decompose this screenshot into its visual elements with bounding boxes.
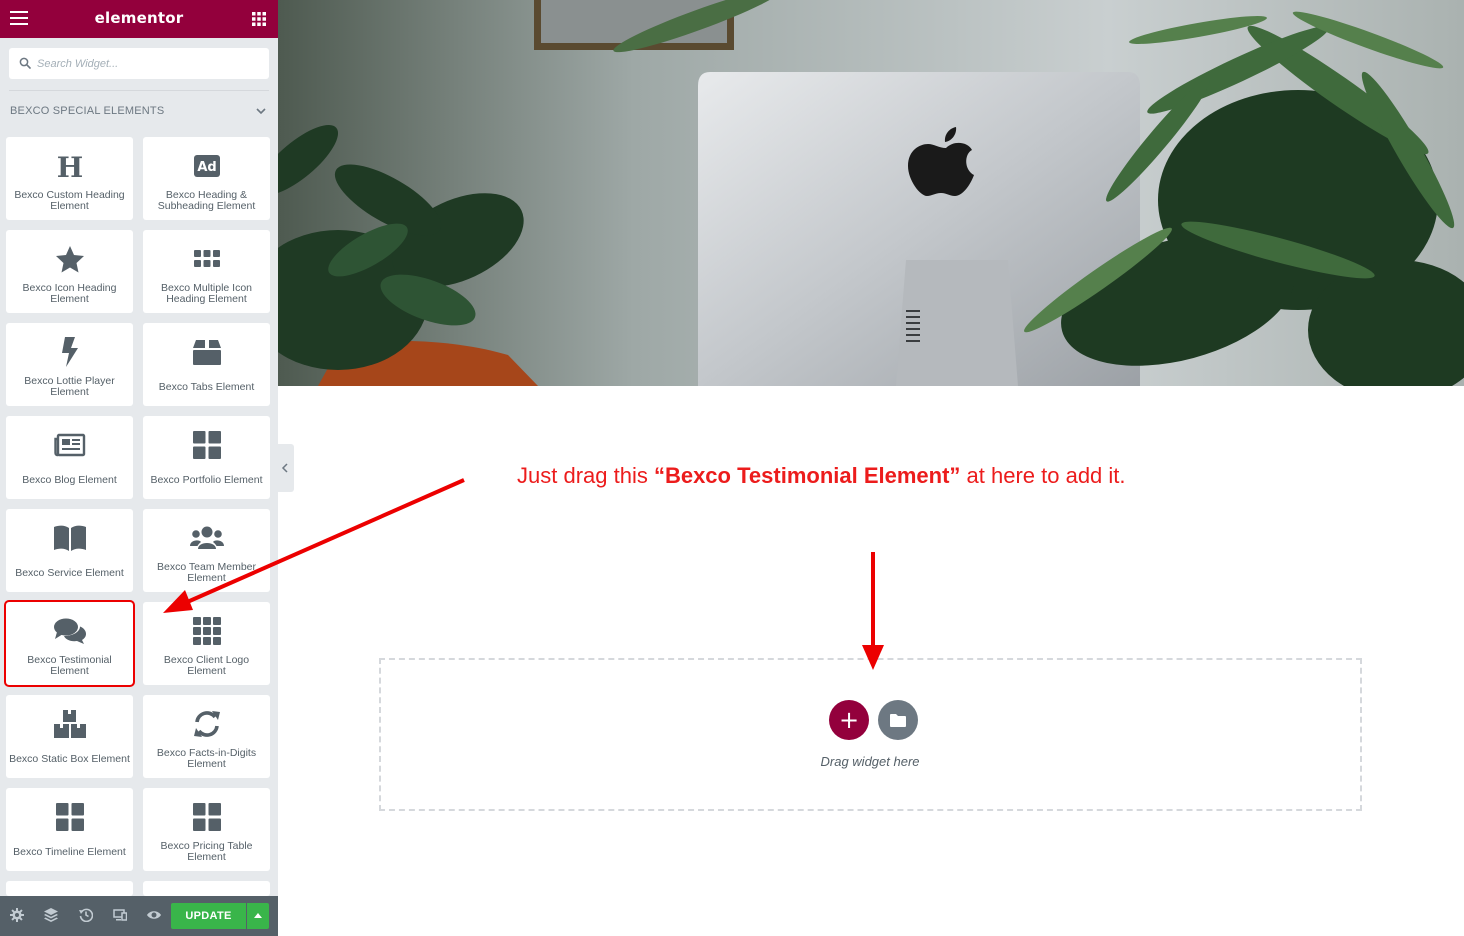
divider (9, 90, 269, 91)
layers-icon[interactable] (44, 908, 58, 922)
add-section-button[interactable]: + (829, 700, 869, 740)
preview-eye-icon[interactable] (147, 908, 161, 922)
widget-timeline[interactable]: Bexco Timeline Element (6, 788, 133, 871)
widget-multiple-icon-heading[interactable]: Bexco Multiple Icon Heading Element (143, 230, 270, 313)
update-button[interactable]: UPDATE (171, 903, 246, 929)
search-input[interactable] (37, 55, 257, 73)
widget-client-logo[interactable]: Bexco Client Logo Element (143, 602, 270, 685)
widget-blog[interactable]: Bexco Blog Element (6, 416, 133, 499)
annotation-instruction: Just drag this “Bexco Testimonial Elemen… (517, 463, 1126, 489)
widget-panel: elementor BEXCO SPECIAL ELEMENTS H Bexco… (0, 0, 278, 936)
box-icon (192, 340, 221, 365)
widget-label: Bexco Timeline Element (13, 845, 126, 858)
widget-label: Bexco Blog Element (22, 473, 117, 486)
widget-label: Bexco Lottie Player Element (24, 375, 115, 398)
panel-collapse-handle[interactable] (278, 444, 294, 492)
widget-label: Bexco Facts-in-Digits Element (156, 747, 257, 770)
widget-label: Bexco Client Logo Element (163, 654, 250, 677)
star-icon (55, 246, 84, 273)
widget-custom-heading[interactable]: H Bexco Custom Heading Element (6, 137, 133, 220)
category-title[interactable]: BEXCO SPECIAL ELEMENTS (10, 105, 164, 117)
panel-header: elementor (0, 0, 278, 38)
grid-icon (55, 803, 84, 831)
boxes-icon (53, 710, 86, 738)
widget-portfolio[interactable]: Bexco Portfolio Element (143, 416, 270, 499)
widget-lottie-player[interactable]: Bexco Lottie Player Element (6, 323, 133, 406)
add-template-button[interactable] (878, 700, 918, 740)
hero-image (278, 0, 1464, 386)
svg-text:Ad: Ad (197, 160, 216, 175)
widget-label: Bexco Team Member Element (156, 561, 256, 584)
widget-heading-subheading[interactable]: Ad Bexco Heading & Subheading Element (143, 137, 270, 220)
widget-label: Bexco Multiple Icon Heading Element (160, 282, 253, 305)
widget-label: Bexco Testimonial Element (27, 654, 112, 677)
widget-label: Bexco Custom Heading Element (14, 189, 125, 212)
widget-testimonial[interactable]: Bexco Testimonial Element (4, 600, 135, 687)
comments-icon (53, 618, 86, 644)
widget-label: Bexco Portfolio Element (150, 473, 263, 486)
drop-zone[interactable] (379, 658, 1362, 811)
widget-label: Bexco Service Element (15, 566, 124, 579)
book-icon (53, 525, 86, 551)
arrow-to-dropzone (862, 552, 884, 670)
responsive-mode-icon[interactable] (113, 908, 127, 922)
widget-partial[interactable] (6, 881, 133, 896)
heading-icon: H (57, 153, 83, 179)
ad-icon: Ad (193, 155, 220, 177)
instruction-prefix: Just drag this (517, 463, 654, 488)
widget-team-member[interactable]: Bexco Team Member Element (143, 509, 270, 592)
elementor-logo: elementor (94, 9, 184, 27)
newspaper-icon (53, 433, 85, 457)
grid-dots-icon (193, 250, 220, 267)
widget-label: Bexco Icon Heading Element (22, 282, 117, 305)
users-icon (189, 526, 224, 549)
widget-partial[interactable] (143, 881, 270, 896)
svg-text:H: H (57, 153, 83, 179)
widget-tabs[interactable]: Bexco Tabs Element (143, 323, 270, 406)
folder-icon (890, 714, 906, 727)
widget-label: Bexco Tabs Element (158, 380, 255, 393)
widget-label: Bexco Pricing Table Element (160, 840, 253, 863)
settings-icon[interactable] (10, 908, 24, 922)
widget-label: Bexco Heading & Subheading Element (157, 189, 256, 212)
history-icon[interactable] (79, 908, 93, 922)
bolt-icon (61, 337, 78, 367)
chevron-left-icon (281, 463, 288, 473)
instruction-suffix: at here to add it. (960, 463, 1126, 488)
grid-icon (192, 803, 221, 831)
chevron-down-icon[interactable] (256, 107, 266, 115)
grid-icon (192, 431, 221, 459)
sync-icon (193, 711, 220, 737)
widget-facts-in-digits[interactable]: Bexco Facts-in-Digits Element (143, 695, 270, 778)
widget-service[interactable]: Bexco Service Element (6, 509, 133, 592)
widget-static-box[interactable]: Bexco Static Box Element (6, 695, 133, 778)
search-box (9, 48, 269, 79)
widget-label: Bexco Static Box Element (9, 752, 130, 765)
widget-pricing-table[interactable]: Bexco Pricing Table Element (143, 788, 270, 871)
caret-up-icon (254, 913, 262, 918)
search-icon (19, 57, 31, 69)
grid-3x3-icon (192, 617, 221, 645)
instruction-bold: “Bexco Testimonial Element” (653, 463, 961, 488)
widget-icon-heading[interactable]: Bexco Icon Heading Element (6, 230, 133, 313)
update-options-button[interactable] (247, 903, 269, 929)
drop-zone-label: Drag widget here (820, 754, 920, 769)
apps-grid-icon[interactable] (252, 12, 266, 26)
